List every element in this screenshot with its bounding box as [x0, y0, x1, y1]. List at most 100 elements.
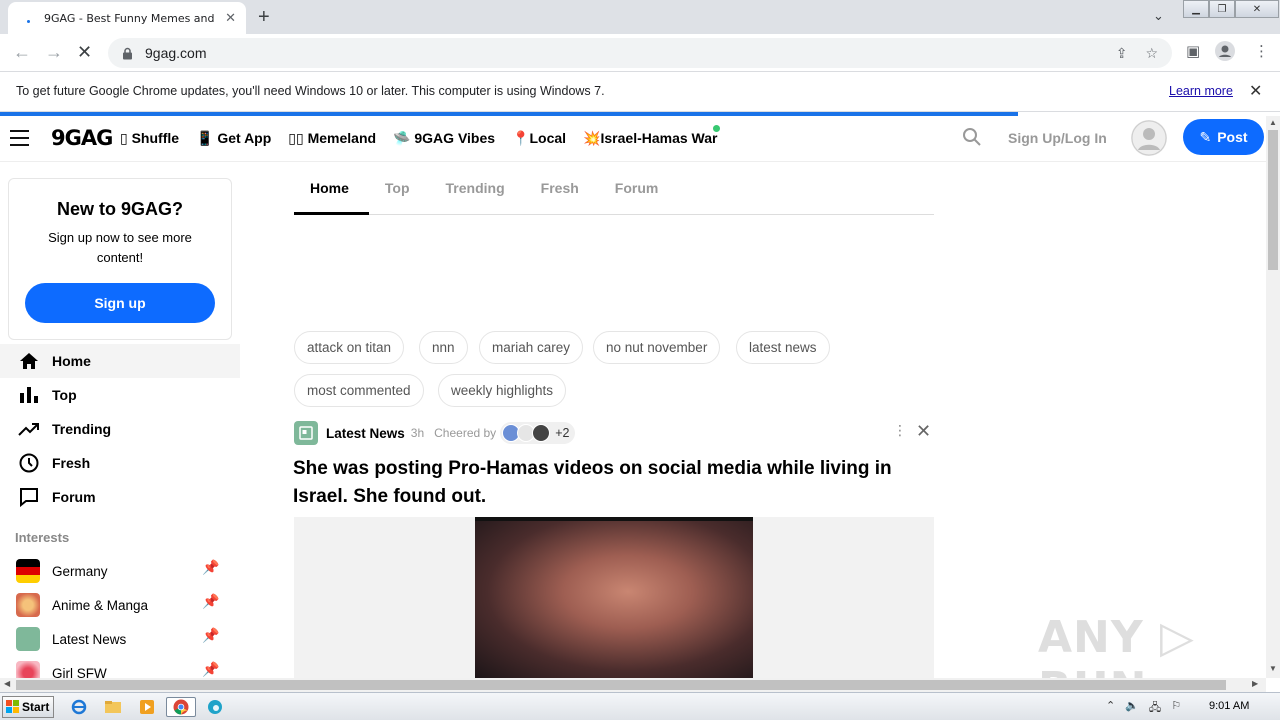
side-panel-icon[interactable]: ▣: [1186, 42, 1200, 60]
nav-9gag-vibes[interactable]: 🛸 9GAG Vibes: [393, 130, 495, 147]
bookmark-star-icon[interactable]: ☆: [1145, 45, 1158, 62]
nav-israel-hamas-war-label: 💥Israel-Hamas War: [583, 130, 718, 146]
action-center-flag-icon[interactable]: ⚐: [1171, 699, 1181, 718]
file-explorer-icon[interactable]: [102, 697, 124, 717]
volume-icon[interactable]: 🔈: [1125, 699, 1139, 718]
scrollbar-thumb[interactable]: [1268, 130, 1278, 270]
tag-chip[interactable]: latest news: [736, 331, 830, 364]
post-button-label: Post: [1217, 129, 1248, 145]
tag-chip[interactable]: attack on titan: [294, 331, 405, 364]
menu-kebab-icon[interactable]: ⋮: [1254, 42, 1269, 60]
latest-news-section-icon[interactable]: [294, 421, 318, 445]
minimize-button[interactable]: ▁: [1183, 0, 1209, 18]
cheer-avatars[interactable]: +2: [500, 422, 576, 444]
sidebar-item-top[interactable]: Top: [0, 378, 240, 412]
hamburger-menu-icon[interactable]: [10, 130, 29, 151]
search-icon[interactable]: [962, 127, 982, 152]
network-icon[interactable]: 🖧: [1149, 699, 1161, 718]
address-bar[interactable]: 9gag.com ⇪ ☆: [108, 38, 1172, 68]
tag-chip[interactable]: nnn: [419, 331, 468, 364]
login-link[interactable]: Sign Up/Log In: [1008, 130, 1107, 146]
share-icon[interactable]: ⇪: [1116, 45, 1128, 62]
tab-top[interactable]: Top: [369, 168, 430, 215]
taskbar-clock[interactable]: 9:01 AM: [1209, 700, 1249, 712]
tab-search-chevron-icon[interactable]: ⌄: [1153, 8, 1164, 24]
tab-forum[interactable]: Forum: [599, 168, 679, 215]
browser-toolbar: ← → ✕ 9gag.com ⇪ ☆ ▣ ⋮: [0, 34, 1280, 72]
post-video[interactable]: [475, 517, 753, 678]
media-player-icon[interactable]: [136, 697, 158, 717]
sidebar-item-fresh[interactable]: Fresh: [0, 446, 240, 480]
nav-get-app[interactable]: 📱 Get App: [196, 130, 271, 147]
sidebar-item-label: Fresh: [52, 455, 91, 471]
signup-card: New to 9GAG? Sign up now to see more con…: [8, 178, 232, 340]
stop-reload-icon[interactable]: ✕: [77, 42, 92, 63]
forward-icon[interactable]: →: [45, 42, 63, 63]
browser-tab[interactable]: 9GAG - Best Funny Memes and Breaking New…: [8, 2, 246, 34]
interest-item-latest-news[interactable]: Latest News 📌: [16, 624, 226, 654]
news-icon: [16, 627, 40, 651]
new-tab-button[interactable]: +: [258, 6, 270, 29]
scrollbar-thumb[interactable]: [16, 680, 1226, 690]
scroll-right-arrow-icon[interactable]: ▶: [1252, 679, 1258, 688]
vertical-scrollbar[interactable]: ▲ ▼: [1266, 116, 1280, 678]
site-logo[interactable]: 9GAG: [51, 126, 113, 150]
interest-label: Anime & Manga: [52, 597, 149, 613]
scroll-up-arrow-icon[interactable]: ▲: [1269, 118, 1277, 127]
window-controls: ▁ ❐ ✕: [1183, 0, 1279, 18]
edge-icon[interactable]: [204, 697, 226, 717]
chrome-taskbar-icon[interactable]: [166, 697, 196, 717]
start-button[interactable]: Start: [2, 696, 54, 718]
post-time: 3h: [410, 426, 425, 440]
post-section-name[interactable]: Latest News: [326, 426, 405, 441]
tab-close-icon[interactable]: ✕: [225, 10, 236, 26]
more-options-icon[interactable]: ⋮: [893, 422, 907, 439]
scroll-down-arrow-icon[interactable]: ▼: [1269, 664, 1277, 673]
bar-chart-icon: [18, 384, 40, 406]
show-hidden-icons-icon[interactable]: ⌃: [1106, 699, 1115, 718]
nav-shuffle[interactable]: ▯ Shuffle: [120, 130, 179, 147]
nav-memeland[interactable]: ▯▯ Memeland: [288, 130, 376, 147]
tab-trending[interactable]: Trending: [430, 168, 525, 215]
tag-chip[interactable]: no nut november: [593, 331, 721, 364]
interest-item-girl-sfw[interactable]: Girl SFW 📌: [16, 658, 226, 678]
tag-chip[interactable]: most commented: [294, 374, 424, 407]
pin-icon[interactable]: 📌: [202, 593, 219, 610]
scroll-left-arrow-icon[interactable]: ◀: [4, 679, 10, 688]
tag-chip[interactable]: weekly highlights: [438, 374, 567, 407]
close-window-button[interactable]: ✕: [1235, 0, 1279, 18]
header-nav: ▯ Shuffle 📱 Get App ▯▯ Memeland 🛸 9GAG V…: [120, 125, 721, 147]
pin-icon[interactable]: 📌: [202, 661, 219, 678]
back-icon[interactable]: ←: [13, 42, 31, 63]
pin-icon[interactable]: 📌: [202, 627, 219, 644]
horizontal-scrollbar[interactable]: ◀ ▶: [0, 678, 1266, 692]
cheer-count: +2: [555, 426, 570, 440]
sidebar-item-forum[interactable]: Forum: [0, 480, 240, 514]
sidebar-item-trending[interactable]: Trending: [0, 412, 240, 446]
anyrun-watermark-logo: ANY ▷ RUN: [1038, 612, 1195, 678]
interest-item-germany[interactable]: Germany 📌: [16, 556, 226, 586]
tab-title: 9GAG - Best Funny Memes and Breaking New…: [44, 11, 216, 25]
learn-more-link[interactable]: Learn more: [1169, 84, 1233, 98]
nav-local[interactable]: 📍Local: [512, 130, 566, 147]
restore-button[interactable]: ❐: [1209, 0, 1235, 18]
interest-item-anime-manga[interactable]: Anime & Manga 📌: [16, 590, 226, 620]
pin-icon[interactable]: 📌: [202, 559, 219, 576]
close-icon[interactable]: ✕: [916, 421, 931, 442]
windows-logo-icon: [6, 700, 19, 713]
tab-fresh[interactable]: Fresh: [525, 168, 599, 215]
internet-explorer-icon[interactable]: [68, 697, 90, 717]
interests-heading: Interests: [15, 530, 70, 545]
profile-icon[interactable]: [1215, 41, 1235, 65]
sidebar-item-home[interactable]: Home: [0, 344, 240, 378]
signup-button[interactable]: Sign up: [25, 283, 215, 323]
infobar-close-icon[interactable]: ✕: [1249, 81, 1262, 101]
avatar[interactable]: [1131, 120, 1167, 156]
tag-chip[interactable]: mariah carey: [479, 331, 584, 364]
post-button[interactable]: ✎ Post: [1183, 119, 1264, 155]
nav-israel-hamas-war[interactable]: 💥Israel-Hamas War: [583, 125, 721, 147]
post-title[interactable]: She was posting Pro-Hamas videos on soci…: [293, 455, 943, 511]
tab-home[interactable]: Home: [294, 168, 369, 215]
system-tray: ⌃ 🔈 🖧 ⚐: [1106, 699, 1181, 718]
windows-taskbar: Start ⌃ 🔈 🖧 ⚐ 9:01 AM: [0, 692, 1280, 720]
